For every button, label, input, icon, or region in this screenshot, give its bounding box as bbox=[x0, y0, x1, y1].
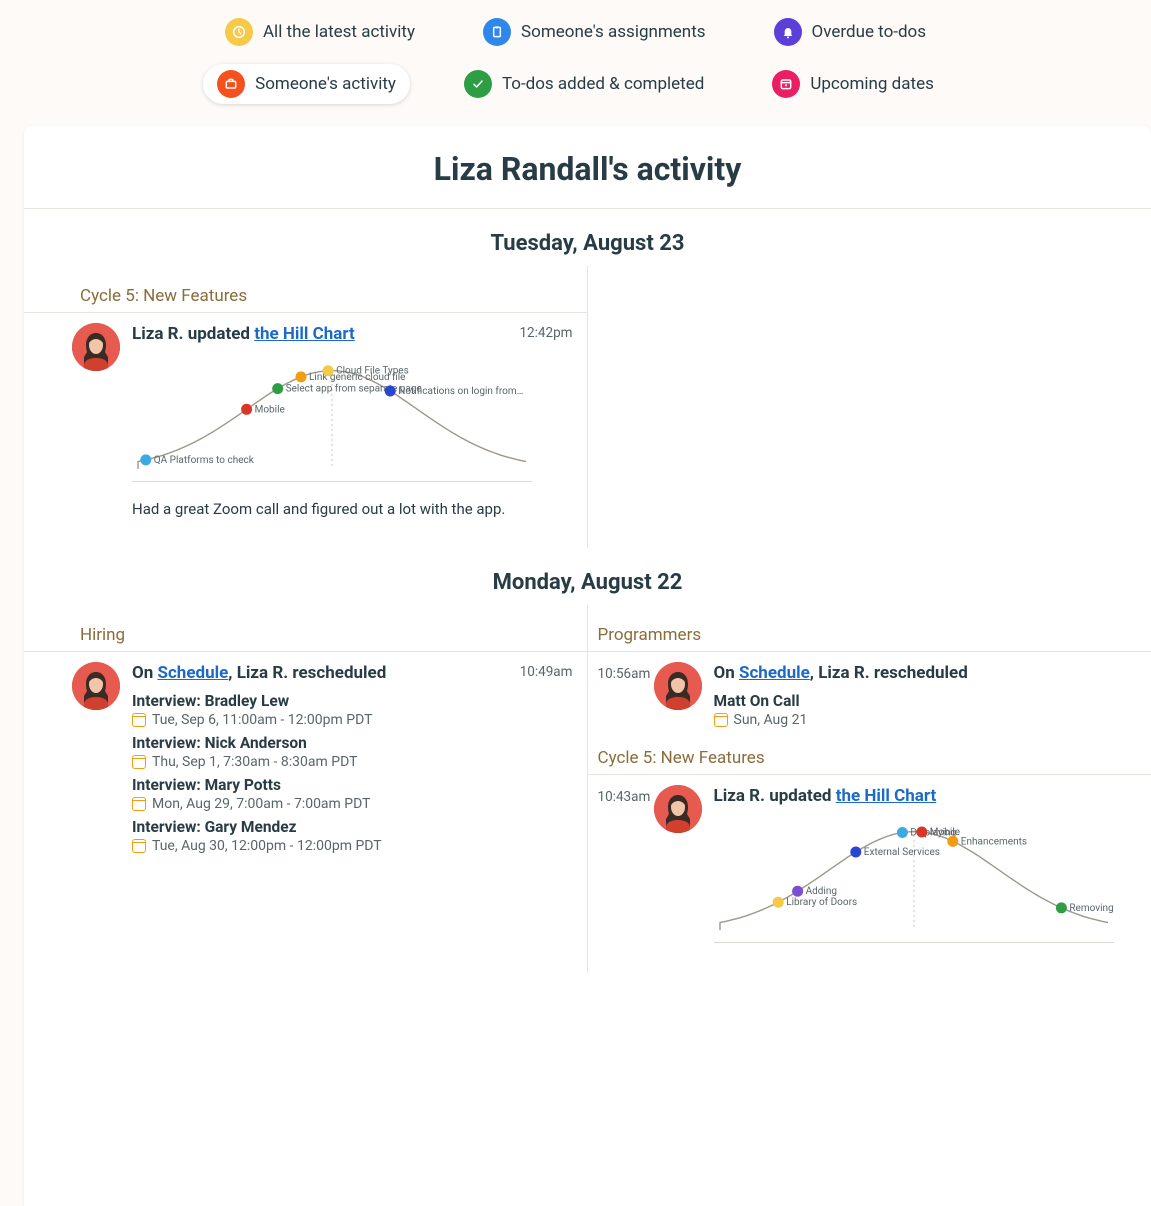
activity-filter-nav: All the latest activity Someone's assignm… bbox=[116, 0, 1036, 126]
svg-text:External Services: External Services bbox=[863, 847, 939, 858]
entry-link[interactable]: the Hill Chart bbox=[836, 786, 937, 806]
nav-label: To-dos added & completed bbox=[502, 74, 704, 94]
entry-headline: Liza R. updated the Hill Chart bbox=[132, 323, 575, 347]
nav-item-clipboard[interactable]: Someone's assignments bbox=[469, 12, 720, 52]
avatar bbox=[72, 323, 120, 371]
nav-item-calendar[interactable]: Upcoming dates bbox=[758, 64, 948, 104]
avatar bbox=[72, 662, 120, 710]
nav-item-check[interactable]: To-dos added & completed bbox=[450, 64, 718, 104]
entry-headline: On Schedule, Liza R. rescheduled bbox=[132, 662, 575, 686]
page-title: Liza Randall's activity bbox=[24, 126, 1151, 209]
schedule-item-date: Thu, Sep 1, 7:30am - 8:30am PDT bbox=[132, 754, 575, 770]
clock-icon bbox=[225, 18, 253, 46]
bell-icon bbox=[774, 18, 802, 46]
entry-headline: Liza R. updated the Hill Chart bbox=[714, 785, 1140, 809]
entry-headline: On Schedule, Liza R. rescheduled bbox=[714, 662, 1140, 686]
briefcase-icon bbox=[217, 70, 245, 98]
avatar bbox=[654, 662, 702, 710]
entry-note: Had a great Zoom call and figured out a … bbox=[132, 500, 575, 518]
section-title[interactable]: Hiring bbox=[24, 619, 587, 652]
nav-label: All the latest activity bbox=[263, 22, 415, 42]
entry-link[interactable]: Schedule bbox=[157, 663, 228, 683]
activity-entry: 10:56am On Schedule, Liza R. rescheduled… bbox=[588, 652, 1151, 728]
schedule-item: Interview: Gary Mendez Tue, Aug 30, 12:0… bbox=[132, 818, 575, 854]
schedule-item-title: Interview: Nick Anderson bbox=[132, 734, 575, 752]
activity-entry: 10:43am Liza R. updated the Hill Chart L… bbox=[588, 775, 1151, 944]
schedule-item: Interview: Bradley Lew Tue, Sep 6, 11:00… bbox=[132, 692, 575, 728]
avatar bbox=[654, 785, 702, 833]
svg-text:Adding: Adding bbox=[805, 887, 836, 898]
schedule-item: Matt On Call Sun, Aug 21 bbox=[714, 692, 1140, 728]
schedule-item-title: Interview: Gary Mendez bbox=[132, 818, 575, 836]
schedule-item-title: Matt On Call bbox=[714, 692, 1140, 710]
nav-item-clock[interactable]: All the latest activity bbox=[211, 12, 429, 52]
nav-label: Someone's assignments bbox=[521, 22, 706, 42]
entry-time: 12:42pm bbox=[519, 325, 572, 341]
svg-text:Enhancements: Enhancements bbox=[960, 837, 1026, 848]
hill-chart: QA Platforms to checkMobileSelect app fr… bbox=[132, 357, 532, 482]
schedule-item: Interview: Nick Anderson Thu, Sep 1, 7:3… bbox=[132, 734, 575, 770]
entry-time: 10:56am bbox=[598, 662, 654, 728]
calendar-icon bbox=[132, 755, 146, 769]
day-header: Monday, August 22 bbox=[24, 548, 1151, 605]
entry-link[interactable]: the Hill Chart bbox=[254, 324, 355, 344]
nav-label: Overdue to-dos bbox=[812, 22, 926, 42]
calendar-icon bbox=[132, 839, 146, 853]
svg-text:QA Platforms to check: QA Platforms to check bbox=[154, 454, 255, 466]
calendar-icon bbox=[714, 713, 728, 727]
calendar-icon bbox=[132, 797, 146, 811]
schedule-item-date: Tue, Sep 6, 11:00am - 12:00pm PDT bbox=[132, 712, 575, 728]
section-title[interactable]: Programmers bbox=[588, 619, 1151, 652]
schedule-item: Interview: Mary Potts Mon, Aug 29, 7:00a… bbox=[132, 776, 575, 812]
entry-time: 10:43am bbox=[598, 785, 654, 944]
schedule-item-date: Sun, Aug 21 bbox=[714, 712, 1140, 728]
nav-item-bell[interactable]: Overdue to-dos bbox=[760, 12, 940, 52]
calendar-icon bbox=[772, 70, 800, 98]
activity-card: Liza Randall's activity Tuesday, August … bbox=[24, 126, 1151, 1206]
entry-time: 10:49am bbox=[520, 664, 573, 680]
schedule-item-title: Interview: Mary Potts bbox=[132, 776, 575, 794]
schedule-item-date: Tue, Aug 30, 12:00pm - 12:00pm PDT bbox=[132, 838, 575, 854]
clipboard-icon bbox=[483, 18, 511, 46]
day-header: Tuesday, August 23 bbox=[24, 209, 1151, 266]
section-title[interactable]: Cycle 5: New Features bbox=[588, 742, 1151, 775]
schedule-item-date: Mon, Aug 29, 7:00am - 7:00am PDT bbox=[132, 796, 575, 812]
svg-text:Library of Doors: Library of Doors bbox=[786, 897, 857, 909]
svg-text:Cloud File Types: Cloud File Types bbox=[336, 365, 409, 376]
nav-label: Someone's activity bbox=[255, 74, 396, 94]
entry-link[interactable]: Schedule bbox=[739, 663, 810, 683]
activity-feed: Tuesday, August 23Cycle 5: New Features … bbox=[24, 209, 1151, 973]
activity-entry: On Schedule, Liza R. rescheduled Intervi… bbox=[24, 652, 587, 854]
calendar-icon bbox=[132, 713, 146, 727]
hill-chart: Library of DoorsAddingExternal ServicesD… bbox=[714, 818, 1114, 943]
svg-text:Notifications on login from…: Notifications on login from… bbox=[398, 385, 523, 397]
svg-text:Removing: Removing bbox=[1069, 903, 1113, 914]
nav-label: Upcoming dates bbox=[810, 74, 934, 94]
svg-text:Mobile: Mobile bbox=[929, 827, 959, 838]
nav-item-briefcase[interactable]: Someone's activity bbox=[203, 64, 410, 104]
activity-entry: Liza R. updated the Hill Chart QA Platfo… bbox=[24, 313, 587, 518]
check-icon bbox=[464, 70, 492, 98]
svg-text:Mobile: Mobile bbox=[255, 404, 285, 415]
section-title[interactable]: Cycle 5: New Features bbox=[24, 280, 587, 313]
schedule-item-title: Interview: Bradley Lew bbox=[132, 692, 575, 710]
